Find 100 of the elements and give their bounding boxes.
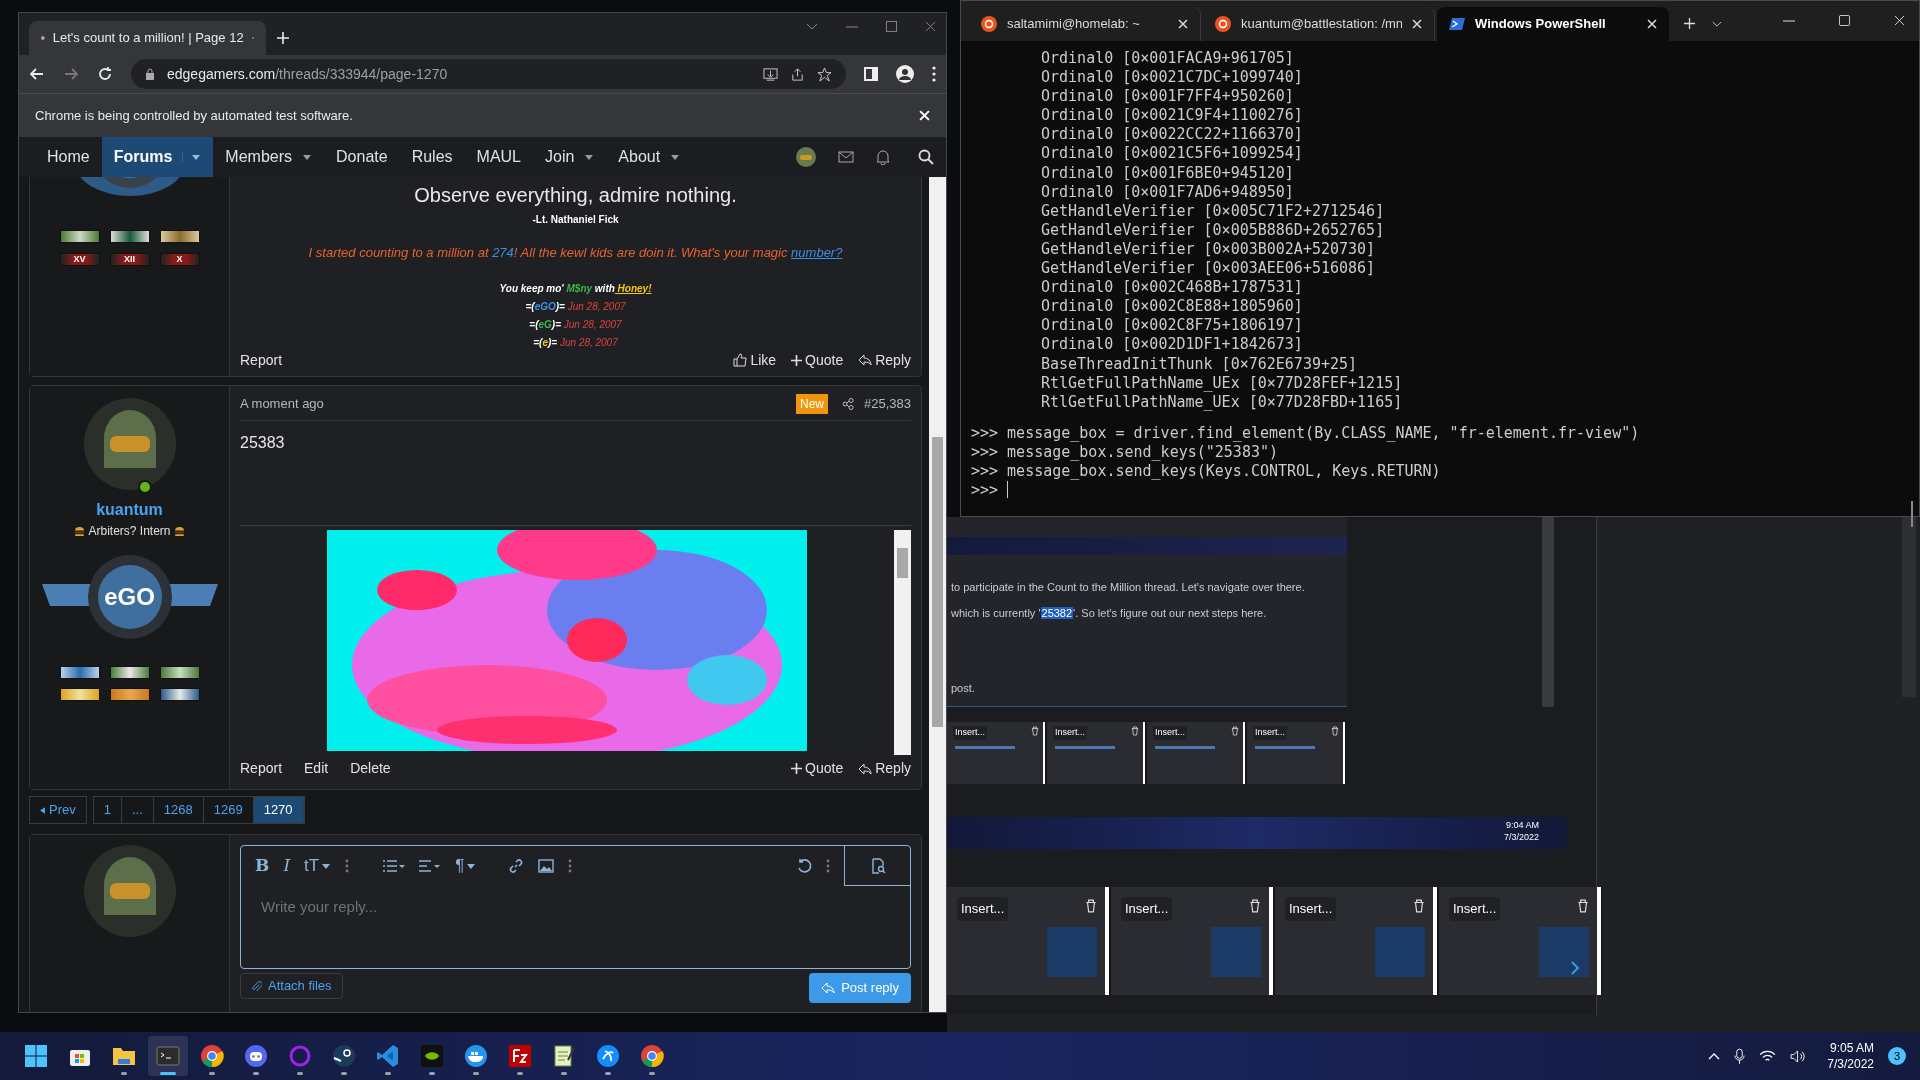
nav-tab[interactable]: Rules xyxy=(399,137,465,177)
post-number[interactable]: #25,383 xyxy=(864,394,911,414)
terminal-command: message_box = driver.find_element(By.CLASS_NAME, "fr-element.fr-view") xyxy=(1007,423,1640,443)
username[interactable]: kuantum xyxy=(96,498,163,522)
post-time[interactable]: A moment ago xyxy=(240,394,324,414)
thumbnail[interactable]: Insert... xyxy=(1439,887,1601,995)
terminal-line: GetHandleVerifier [0×003B002A+520730] xyxy=(1040,239,1377,260)
reply-field[interactable]: Write your reply... xyxy=(241,886,910,968)
nav-tab[interactable]: Forums xyxy=(101,137,214,177)
thumbnail-label: Insert... xyxy=(1285,897,1337,921)
nav-tab[interactable]: Join xyxy=(533,137,607,177)
page-link[interactable]: ... xyxy=(121,797,154,823)
signature-line: You keep mo' M$ny with Honey! xyxy=(498,281,653,296)
terminal-command: message_box.send_keys(Keys.CONTROL, Keys.RETURN) xyxy=(1007,461,1441,482)
thumbnail-label: Insert... xyxy=(1121,897,1173,921)
thumbnail-label: Insert... xyxy=(1053,726,1087,740)
thumbnail-label: Insert... xyxy=(1449,897,1501,921)
attach-files-button[interactable]: Attach files xyxy=(240,973,343,999)
page-link[interactable]: 1268 xyxy=(153,797,204,823)
terminal-line: Ordinal0 [0×002C8E88+1805960] xyxy=(1040,297,1304,317)
page-link[interactable]: 1 xyxy=(93,797,122,823)
editor-box[interactable]: B I tT ¶ Write your reply... xyxy=(240,845,911,969)
document-text: post. xyxy=(951,681,975,696)
clock[interactable]: 9:05 AM 7/3/2022 xyxy=(1827,1040,1874,1072)
nav-tab[interactable]: MAUL xyxy=(464,137,533,177)
info-text: Chrome is being controlled by automated test software. xyxy=(35,106,353,125)
clock-time: 9:04 AM xyxy=(1505,819,1539,831)
notification-badge[interactable]: 3 xyxy=(1888,1047,1906,1065)
terminal-line: Ordinal0 [0×0021C9F4+1100276] xyxy=(1040,106,1304,126)
terminal-line: Ordinal0 [0×002D1DF1+1842673] xyxy=(1040,335,1304,355)
document-text: which is currently '25382'. So let's figure out our next steps here. xyxy=(951,606,1267,621)
terminal-prompt: >>> xyxy=(971,481,999,501)
toolbar-button[interactable]: tT xyxy=(304,853,332,879)
action-link[interactable]: Reply xyxy=(858,758,911,779)
document-text: to participate in the Count to the Million thread. Let's navigate over there. xyxy=(951,580,1305,595)
terminal-line: RtlGetFullPathName_UEx [0×77D28FBD+1165] xyxy=(1040,392,1404,412)
action-link[interactable]: Report xyxy=(240,349,283,371)
signature-line: I started counting to a million at 274! All the kewl kids are doin it. What's your magic number? xyxy=(307,244,844,262)
browser-tab[interactable]: Let's count to a million! | Page 12 xyxy=(29,21,266,55)
clock-date: 7/3/2022 xyxy=(1503,831,1539,843)
medal-ribbon: XII xyxy=(109,253,150,266)
thumbnail-label: Insert... xyxy=(1153,726,1187,740)
toolbar-button[interactable]: B xyxy=(255,853,270,879)
action-link[interactable]: Like xyxy=(733,349,777,371)
terminal-tab[interactable]: saltamimi@homelab: ~ xyxy=(969,7,1201,41)
nav-tab[interactable]: Donate xyxy=(324,137,400,177)
signature-line: =(e)= Jun 28, 2007 xyxy=(532,335,619,350)
url-text: edgegamers.com/threads/333944/page-1270 xyxy=(167,64,449,84)
action-link[interactable]: Report xyxy=(240,758,283,779)
signature-quote: Observe everything, admire nothing. xyxy=(413,183,738,208)
action-link[interactable]: Edit xyxy=(304,758,329,779)
thumbnail[interactable]: Insert... xyxy=(1275,887,1437,995)
terminal-line: Ordinal0 [0×001FACA9+961705] xyxy=(1040,49,1295,69)
terminal-line: Ordinal0 [0×002C8F75+1806197] xyxy=(1040,316,1304,336)
terminal-line: Ordinal0 [0×002C468B+1787531] xyxy=(1040,278,1304,298)
new-badge: New xyxy=(796,394,828,414)
medal-ribbon: XV xyxy=(59,253,100,266)
badge-text: eGO xyxy=(104,584,155,610)
page-link[interactable]: 1269 xyxy=(203,797,254,823)
signature-line: =(eG)= Jun 28, 2007 xyxy=(528,317,623,332)
thumbnail-label: Insert... xyxy=(953,726,987,740)
thumbnail[interactable]: Insert... xyxy=(1111,887,1273,995)
nav-tab[interactable]: About xyxy=(606,137,693,177)
terminal-prompt: >>> xyxy=(971,423,999,443)
post-text: 25383 xyxy=(240,433,286,453)
toolbar-button[interactable]: ¶ xyxy=(455,853,477,879)
action-link[interactable]: Quote xyxy=(791,349,844,371)
action-link[interactable]: Quote xyxy=(791,758,844,779)
action-link[interactable]: Delete xyxy=(350,758,391,779)
terminal-line: GetHandleVerifier [0×005C71F2+2712546] xyxy=(1040,201,1386,221)
thumbnail[interactable]: Insert... xyxy=(1047,722,1145,784)
action-link[interactable]: Reply xyxy=(858,349,911,371)
nav-tab[interactable]: Home xyxy=(35,137,102,177)
user-title: Arbiters? Intern xyxy=(88,523,171,540)
terminal-line: RtlGetFullPathName_UEx [0×77D28FEF+1215] xyxy=(1040,373,1404,393)
address-bar[interactable]: edgegamers.com/threads/333944/page-1270 xyxy=(131,59,846,89)
terminal-command: message_box.send_keys("25383") xyxy=(1007,442,1279,462)
thumbnail[interactable]: Insert... xyxy=(947,722,1045,784)
terminal-line: Ordinal0 [0×0021C7DC+1099740] xyxy=(1040,68,1304,88)
terminal-prompt: >>> xyxy=(971,442,999,462)
terminal-line: Ordinal0 [0×001F7FF4+950260] xyxy=(1040,87,1295,107)
signature-attribution: -Lt. Nathaniel Fick xyxy=(531,213,620,227)
thumbnail-label: Insert... xyxy=(1253,726,1287,740)
thumbnail-label: Insert... xyxy=(957,897,1009,921)
terminal-tab[interactable]: kuantum@battlestation: /mn xyxy=(1203,7,1435,41)
terminal-line: GetHandleVerifier [0×003AEE06+516086] xyxy=(1040,259,1377,279)
thumbnail[interactable]: Insert... xyxy=(1147,722,1245,784)
medal-ribbon: X xyxy=(159,253,200,266)
toolbar-button[interactable]: I xyxy=(283,853,291,879)
terminal-line: Ordinal0 [0×0022CC22+1166370] xyxy=(1040,125,1304,145)
thumbnail[interactable]: Insert... xyxy=(947,887,1109,995)
terminal-tab[interactable]: Windows PowerShell xyxy=(1437,7,1669,41)
signature-line: =(eGO)= Jun 28, 2007 xyxy=(524,299,627,314)
prev-button[interactable]: Prev xyxy=(29,796,87,824)
page-link[interactable]: 1270 xyxy=(253,797,304,823)
nav-tab[interactable]: Members xyxy=(213,137,325,177)
thumbnail[interactable]: Insert... xyxy=(1247,722,1345,784)
terminal-line: Ordinal0 [0×0021C5F6+1099254] xyxy=(1040,144,1304,164)
terminal-line: Ordinal0 [0×001F6BE0+945120] xyxy=(1040,163,1295,183)
terminal-line: GetHandleVerifier [0×005B886D+2652765] xyxy=(1040,220,1386,240)
